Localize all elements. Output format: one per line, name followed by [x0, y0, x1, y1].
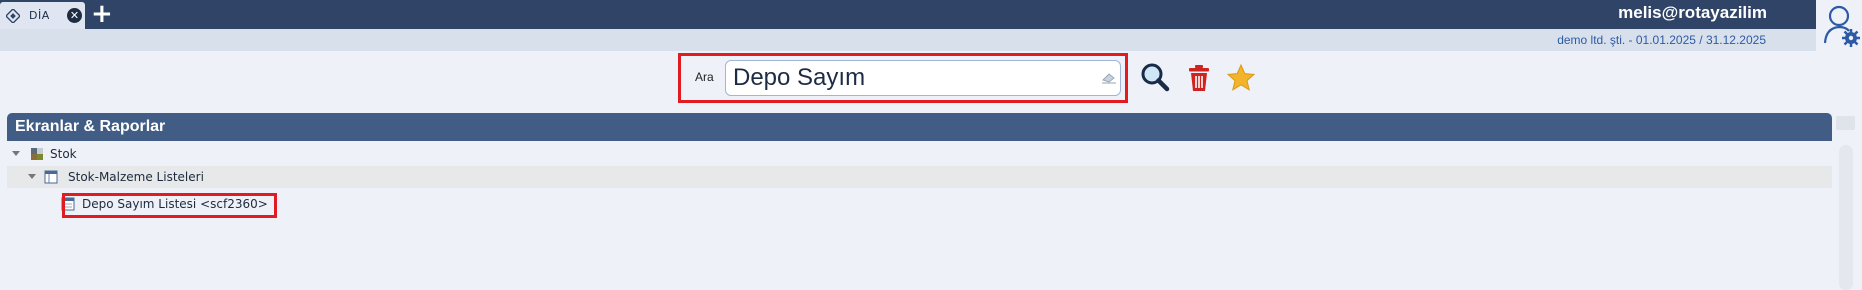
expand-arrow-icon[interactable]: [12, 151, 20, 156]
user-settings-icon[interactable]: [1822, 3, 1860, 47]
tab-dia[interactable]: DİA ✕: [0, 2, 85, 29]
scroll-up-button[interactable]: [1836, 116, 1855, 130]
tree-node-stok[interactable]: Stok: [7, 143, 1832, 165]
tab-label: DİA: [29, 9, 50, 22]
result-highlight-box: [62, 193, 277, 218]
expand-arrow-icon[interactable]: [28, 174, 36, 179]
tree-node-label: Stok-Malzeme Listeleri: [68, 170, 204, 184]
trash-icon[interactable]: [1183, 62, 1215, 94]
close-icon[interactable]: ✕: [67, 8, 82, 23]
search-highlight-box: Ara: [678, 53, 1128, 103]
dia-logo-icon: [6, 8, 20, 23]
company-period[interactable]: demo ltd. şti. - 01.01.2025 / 31.12.2025: [1557, 33, 1766, 47]
top-bar: DİA ✕ + melis@rotayazilim: [0, 0, 1816, 29]
plus-icon[interactable]: +: [91, 1, 113, 27]
tree-node-label: Stok: [50, 147, 77, 161]
menu-tree: Stok Stok-Malzeme Listeleri Depo Sayım L…: [7, 143, 1832, 215]
eraser-icon[interactable]: [1101, 70, 1117, 84]
scrollbar[interactable]: [1839, 145, 1853, 290]
search-input[interactable]: [725, 60, 1121, 96]
stock-boxes-icon: [31, 148, 43, 160]
company-bar: demo ltd. şti. - 01.01.2025 / 31.12.2025: [0, 29, 1816, 51]
tree-node-stok-malzeme-listeleri[interactable]: Stok-Malzeme Listeleri: [7, 166, 1832, 188]
search-icon[interactable]: [1139, 62, 1171, 94]
list-window-icon: [44, 170, 58, 184]
user-name[interactable]: melis@rotayazilim: [1618, 3, 1767, 23]
tree-node-depo-sayim-listesi[interactable]: Depo Sayım Listesi <scf2360>: [7, 193, 1832, 215]
panel-title: Ekranlar & Raporlar: [7, 113, 1832, 141]
search-label: Ara: [695, 70, 714, 84]
star-icon[interactable]: [1225, 62, 1257, 94]
